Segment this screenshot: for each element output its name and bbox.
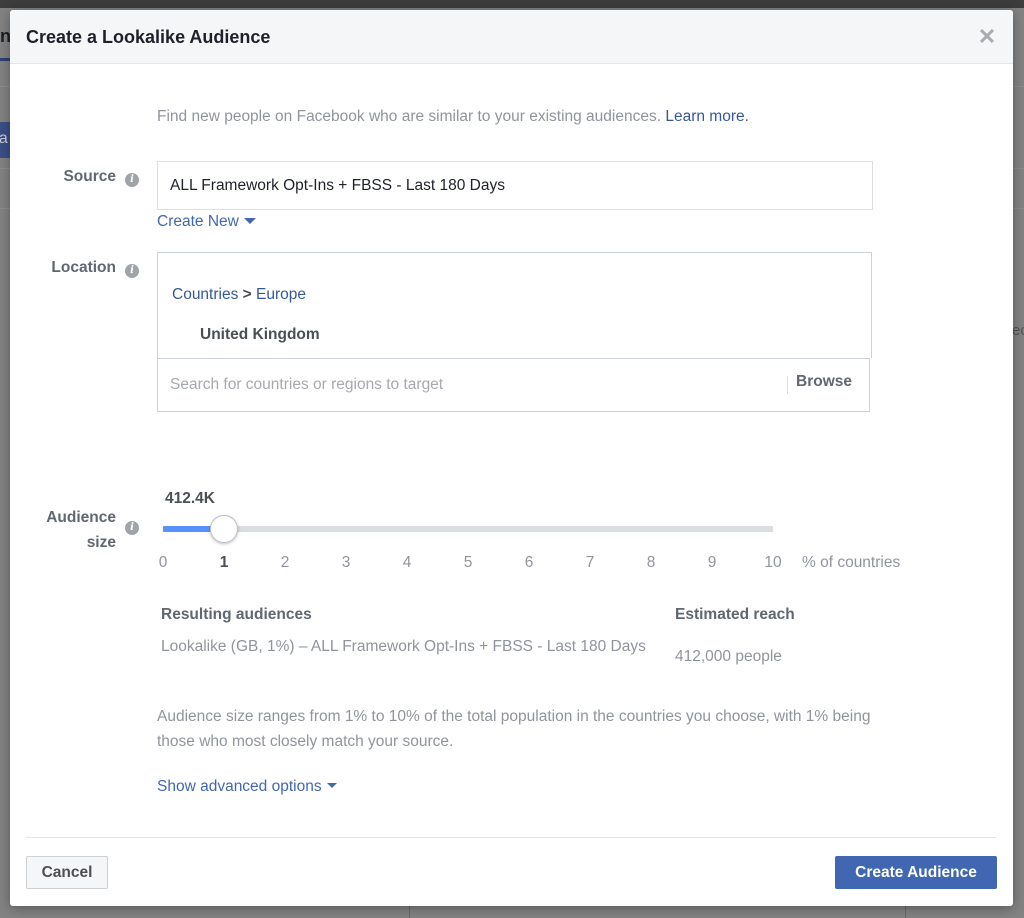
background-column-divider	[409, 905, 410, 918]
audience-size-slider-track[interactable]	[163, 526, 773, 532]
create-new-dropdown[interactable]: Create New	[157, 213, 256, 231]
audience-size-helper-text: Audience size ranges from 1% to 10% of t…	[157, 708, 871, 750]
create-new-label: Create New	[157, 213, 239, 230]
slider-tick-2[interactable]: 2	[281, 554, 290, 572]
slider-tick-4[interactable]: 4	[403, 554, 412, 572]
dialog-header: Create a Lookalike Audience ✕	[10, 10, 1013, 64]
background-topbar	[0, 0, 1024, 8]
location-label: Location	[51, 259, 116, 276]
info-icon[interactable]: i	[125, 173, 139, 187]
background-tab-underline	[0, 58, 10, 61]
audience-size-slider-handle[interactable]	[210, 515, 238, 543]
audience-size-value: 412.4K	[165, 490, 215, 507]
audience-size-label-line1: Audience	[46, 509, 116, 526]
slider-tick-0[interactable]: 0	[159, 554, 168, 572]
footer-divider	[26, 837, 996, 838]
source-field[interactable]: ALL Framework Opt-Ins + FBSS - Last 180 …	[157, 161, 873, 210]
learn-more-link[interactable]: Learn more.	[665, 108, 749, 125]
background-button-fragment-label: ea	[0, 130, 8, 147]
dialog-title: Create a Lookalike Audience	[26, 27, 271, 47]
slider-tick-10[interactable]: 10	[764, 554, 781, 572]
audience-size-label: Audience size	[30, 505, 116, 555]
breadcrumb-europe[interactable]: Europe	[256, 286, 306, 303]
lookalike-audience-dialog: Create a Lookalike Audience ✕ Find new p…	[10, 10, 1013, 906]
slider-tick-5[interactable]: 5	[464, 554, 473, 572]
info-icon[interactable]: i	[125, 264, 139, 278]
intro-text: Find new people on Facebook who are simi…	[157, 108, 749, 126]
resulting-audience-name: Lookalike (GB, 1%) – ALL Framework Opt-I…	[161, 638, 646, 655]
slider-tick-6[interactable]: 6	[525, 554, 534, 572]
caret-down-icon	[326, 783, 337, 789]
breadcrumb-separator: >	[242, 286, 252, 303]
show-advanced-options-label: Show advanced options	[157, 778, 322, 795]
audience-size-label-line2: size	[86, 534, 116, 551]
breadcrumb-countries[interactable]: Countries	[172, 286, 238, 303]
slider-tick-8[interactable]: 8	[647, 554, 656, 572]
slider-unit-label: % of countries	[802, 554, 901, 571]
source-label: Source	[63, 168, 116, 185]
resulting-audiences-header: Resulting audiences	[161, 606, 312, 623]
browse-button[interactable]: Browse	[796, 373, 852, 391]
cancel-button[interactable]: Cancel	[26, 856, 108, 889]
estimated-reach-value: 412,000 people	[675, 648, 782, 665]
info-icon[interactable]: i	[125, 521, 139, 535]
slider-tick-1[interactable]: 1	[220, 554, 229, 572]
background-text-fragment: ec	[1012, 322, 1024, 339]
location-selection-box: Countries > Europe United Kingdom	[157, 252, 872, 358]
selected-location-united-kingdom[interactable]: United Kingdom	[200, 326, 320, 344]
location-breadcrumb: Countries > Europe	[172, 286, 306, 304]
location-search: Browse	[157, 358, 870, 412]
slider-tick-7[interactable]: 7	[586, 554, 595, 572]
background-column-divider	[905, 905, 906, 918]
location-search-input[interactable]	[158, 359, 778, 411]
estimated-reach-header: Estimated reach	[675, 606, 795, 623]
browse-divider	[787, 376, 788, 394]
slider-tick-9[interactable]: 9	[708, 554, 717, 572]
background-button-fragment: ea	[0, 122, 10, 158]
create-audience-button[interactable]: Create Audience	[835, 856, 997, 889]
caret-down-icon	[243, 217, 256, 224]
slider-tick-3[interactable]: 3	[342, 554, 351, 572]
show-advanced-options-link[interactable]: Show advanced options	[157, 778, 337, 796]
intro-description: Find new people on Facebook who are simi…	[157, 108, 662, 125]
close-icon[interactable]: ✕	[977, 25, 997, 49]
